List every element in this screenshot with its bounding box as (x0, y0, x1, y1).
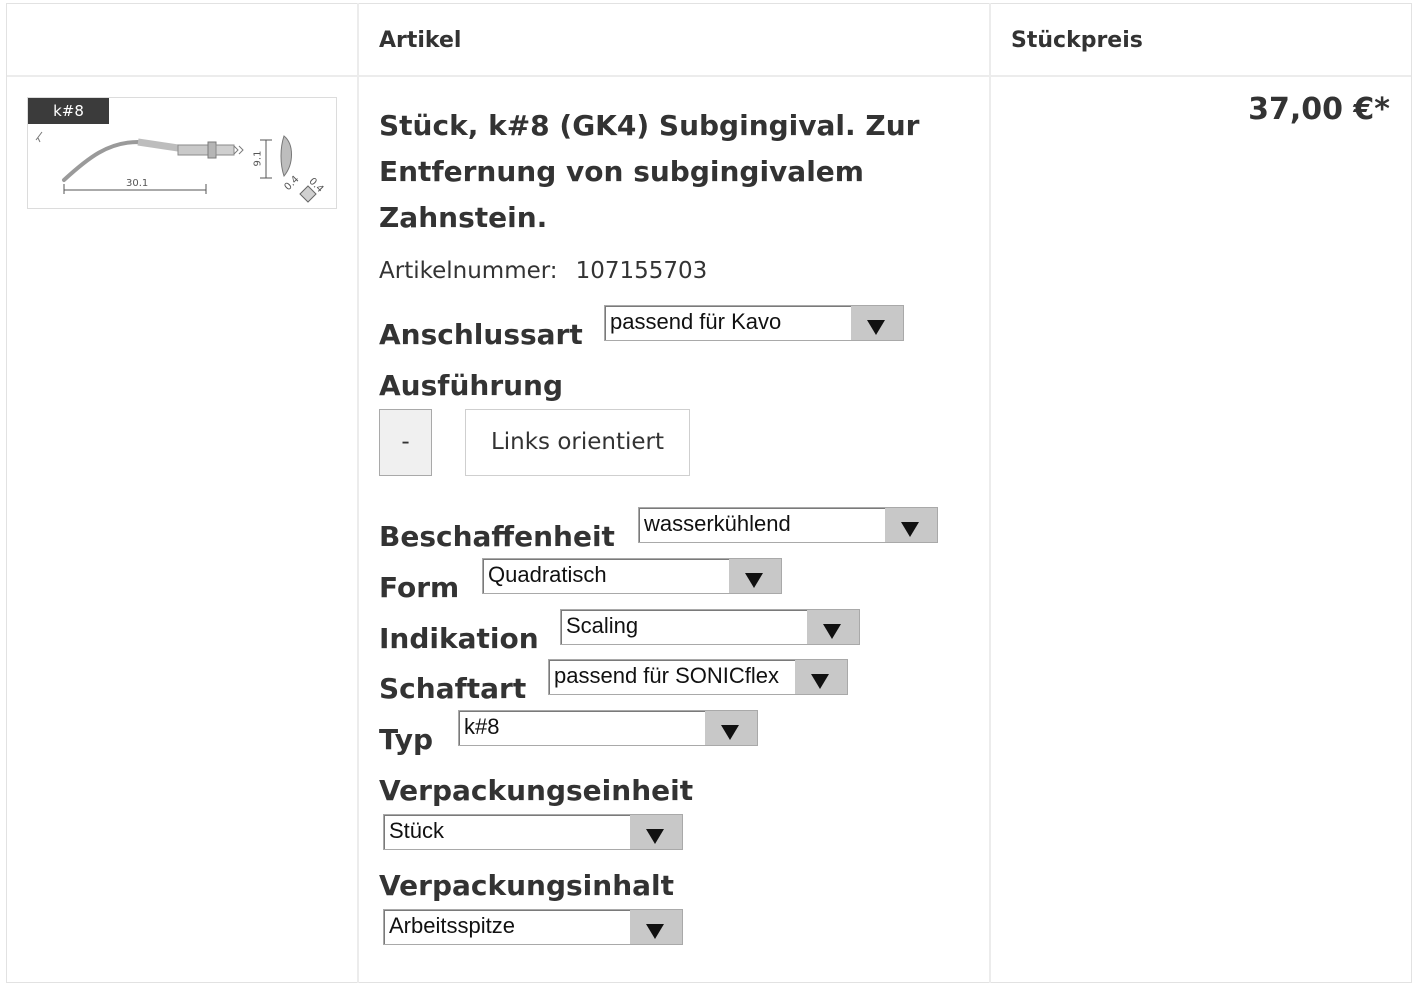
dropdown-arrow (705, 711, 757, 745)
indikation-value: Scaling (566, 613, 639, 638)
header-article: Artikel (379, 28, 462, 53)
triangle-down-icon (646, 924, 664, 939)
schaftart-select[interactable]: passend für SONICflex (548, 659, 848, 695)
triangle-down-icon (823, 624, 841, 639)
anschlussart-select[interactable]: passend für Kavo (604, 305, 904, 341)
dim-length-label: 30.1 (126, 178, 149, 189)
dropdown-arrow (851, 306, 903, 340)
form-label: Form (379, 571, 460, 604)
unit-price: 37,00 €* (1248, 92, 1390, 127)
dropdown-arrow (630, 910, 682, 944)
column-divider (357, 3, 359, 983)
verpackungsinhalt-select[interactable]: Arbeitsspitze (383, 909, 683, 945)
typ-value: k#8 (464, 714, 500, 739)
article-number-value: 107155703 (575, 258, 708, 284)
dropdown-arrow (729, 559, 781, 593)
triangle-down-icon (811, 674, 829, 689)
triangle-down-icon (901, 522, 919, 537)
dropdown-arrow (807, 610, 859, 644)
anschlussart-value: passend für Kavo (610, 309, 782, 334)
header-divider (7, 75, 1411, 77)
schaftart-value: passend für SONICflex (554, 663, 779, 688)
beschaffenheit-value: wasserkühlend (644, 511, 791, 536)
triangle-down-icon (867, 320, 885, 335)
verpackungsinhalt-value: Arbeitsspitze (389, 913, 515, 938)
typ-select[interactable]: k#8 (458, 710, 758, 746)
form-select[interactable]: Quadratisch (482, 558, 782, 594)
ausfuehrung-label: Ausführung (379, 369, 564, 402)
indikation-label: Indikation (379, 622, 539, 655)
form-value: Quadratisch (488, 562, 607, 587)
ausfuehrung-option-links[interactable]: Links orientiert (465, 409, 690, 476)
verpackungseinheit-select[interactable]: Stück (383, 814, 683, 850)
header-unit-price: Stückpreis (1011, 28, 1143, 53)
anschlussart-label: Anschlussart (379, 318, 583, 351)
product-image[interactable]: k#8 30.1 9.1 0.4 0.4 (27, 97, 337, 209)
typ-label: Typ (379, 723, 434, 756)
dropdown-arrow (885, 508, 937, 542)
dim-height-label: 9.1 (252, 150, 264, 167)
triangle-down-icon (745, 573, 763, 588)
schaftart-label: Schaftart (379, 672, 527, 705)
beschaffenheit-select[interactable]: wasserkühlend (638, 507, 938, 543)
ausfuehrung-option-none[interactable]: - (379, 409, 432, 476)
beschaffenheit-label: Beschaffenheit (379, 520, 615, 553)
article-number: Artikelnummer: 107155703 (379, 258, 707, 284)
article-number-label: Artikelnummer: (379, 258, 558, 284)
verpackungsinhalt-label: Verpackungsinhalt (379, 869, 675, 902)
product-title[interactable]: Stück, k#8 (GK4) Subgingival. Zur Entfer… (379, 103, 959, 241)
column-divider (989, 3, 991, 983)
dropdown-arrow (795, 660, 847, 694)
triangle-down-icon (646, 829, 664, 844)
verpackungseinheit-label: Verpackungseinheit (379, 774, 694, 807)
triangle-down-icon (721, 725, 739, 740)
dropdown-arrow (630, 815, 682, 849)
indikation-select[interactable]: Scaling (560, 609, 860, 645)
verpackungseinheit-value: Stück (389, 818, 445, 843)
